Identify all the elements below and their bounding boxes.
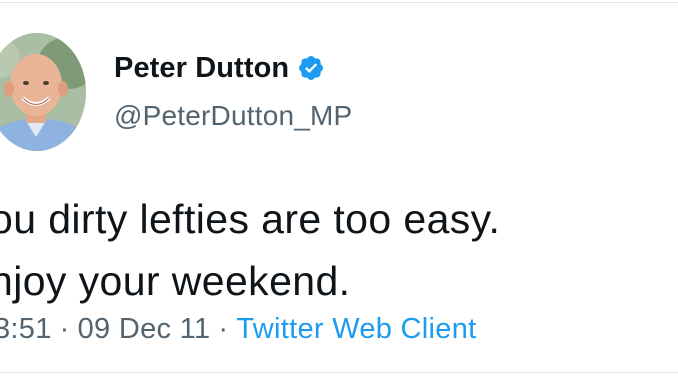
tweet-source-link[interactable]: Twitter Web Client: [236, 313, 476, 345]
avatar[interactable]: [0, 33, 86, 151]
tweet-meta: 3:51 · 09 Dec 11 · Twitter Web Client: [0, 313, 477, 346]
handle[interactable]: @PeterDutton_MP: [114, 100, 352, 132]
tweet-line-1: ou dirty lefties are too easy.: [0, 196, 501, 242]
meta-separator-2: ·: [218, 313, 229, 345]
meta-separator-1: ·: [59, 313, 70, 345]
tweet-card: Peter Dutton @PeterDutton_MP ou dirty le…: [0, 0, 678, 381]
name-row: Peter Dutton: [114, 48, 352, 88]
top-divider: [0, 2, 678, 3]
bottom-divider: [0, 372, 678, 373]
tweet-date[interactable]: 09 Dec 11: [78, 313, 211, 345]
author-block: Peter Dutton @PeterDutton_MP: [114, 48, 352, 132]
tweet-text: ou dirty lefties are too easy. njoy your …: [0, 188, 500, 312]
verified-badge-icon: [297, 54, 325, 82]
tweet-time[interactable]: 3:51: [0, 313, 52, 345]
tweet-line-2: njoy your weekend.: [0, 258, 351, 304]
display-name[interactable]: Peter Dutton: [114, 52, 289, 85]
